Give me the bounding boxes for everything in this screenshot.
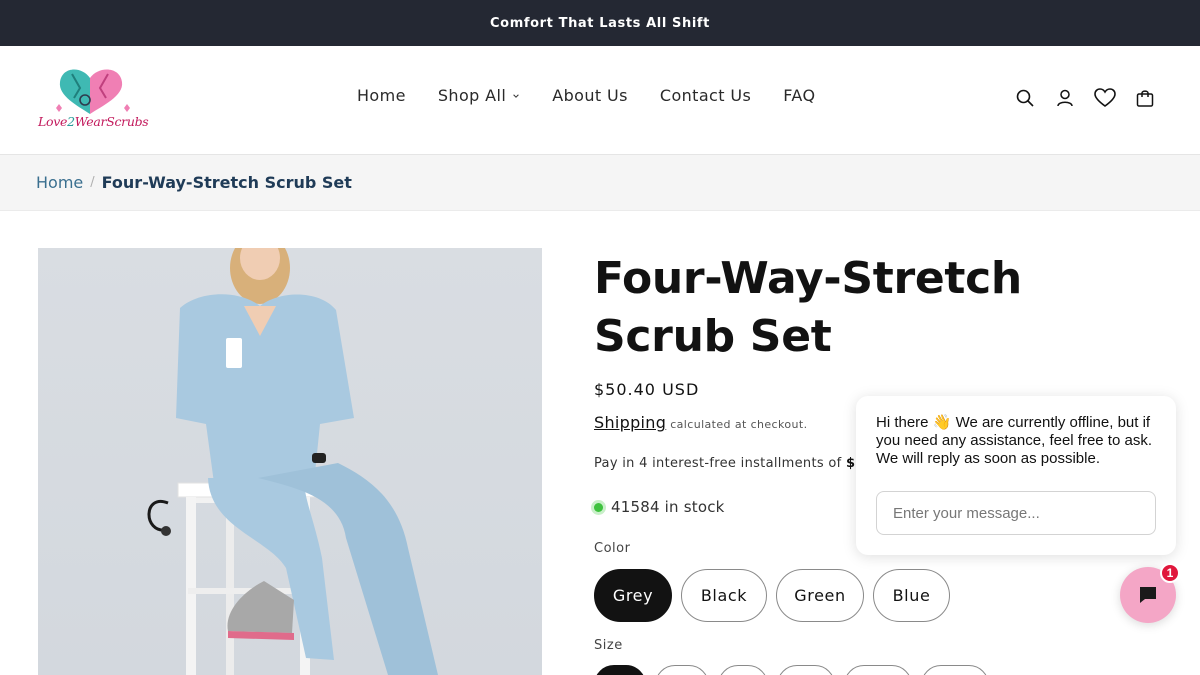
wishlist-icon[interactable] [1094,87,1116,109]
size-option[interactable] [655,665,709,675]
size-label: Size [594,638,623,653]
product-price: $50.40 USD [594,380,700,399]
logo-hearts-image [56,69,130,114]
nav-contact-us[interactable]: Contact Us [660,86,751,105]
chat-greeting: Hi there 👋 We are currently offline, but… [876,414,1152,467]
site-header: Love2WearScrubs Home Shop All About Us C… [0,46,1200,155]
size-option[interactable] [844,665,912,675]
breadcrumb-separator: / [90,175,95,190]
nav-shop-all[interactable]: Shop All [438,86,520,105]
color-options: Grey Black Green Blue [594,569,950,622]
breadcrumb: Home / Four-Way-Stretch Scrub Set [0,155,1200,211]
product-image[interactable] [38,248,542,675]
installments-info: Pay in 4 interest-free installments of $… [594,456,874,471]
nav-faq[interactable]: FAQ [783,86,815,105]
product-title: Four-Way-Stretch Scrub Set [594,253,1022,362]
color-option-grey[interactable]: Grey [594,569,672,622]
size-option[interactable] [921,665,989,675]
stock-text: 41584 in stock [611,498,725,516]
color-option-blue[interactable]: Blue [873,569,950,622]
chevron-down-icon [513,93,520,98]
shipping-link[interactable]: Shipping [594,413,666,432]
color-label: Color [594,541,631,556]
search-icon[interactable] [1014,87,1036,109]
shipping-note: calculated at checkout. [670,418,808,431]
product-photo [147,248,438,675]
shipping-info: Shipping calculated at checkout. [594,413,808,432]
chat-bubble-icon [1140,587,1156,603]
color-option-green[interactable]: Green [776,569,864,622]
chat-message-input[interactable] [876,491,1156,535]
announcement-text: Comfort That Lasts All Shift [490,15,710,31]
announcement-bar: Comfort That Lasts All Shift [0,0,1200,46]
size-option[interactable] [594,665,646,675]
in-stock-dot-icon [594,502,603,512]
stock-status: 41584 in stock [594,498,725,516]
account-icon[interactable] [1054,87,1076,109]
cart-icon[interactable] [1134,87,1156,109]
breadcrumb-current: Four-Way-Stretch Scrub Set [101,173,352,192]
waving-hand-icon: 👋 [932,414,952,431]
header-icons [1014,87,1156,109]
installments-text: Pay in 4 interest-free installments of [594,456,842,471]
size-options [594,665,989,675]
site-logo[interactable]: Love2WearScrubs [38,64,149,136]
logo-wordmark: Love2WearScrubs [38,114,149,129]
chat-unread-badge: 1 [1160,563,1180,583]
main-nav: Home Shop All About Us Contact Us FAQ [357,86,815,105]
nav-about-us[interactable]: About Us [552,86,628,105]
size-option[interactable] [718,665,768,675]
color-option-black[interactable]: Black [681,569,767,622]
chat-popup: Hi there 👋 We are currently offline, but… [856,396,1176,555]
nav-home[interactable]: Home [357,86,406,105]
size-option[interactable] [777,665,835,675]
breadcrumb-home-link[interactable]: Home [36,173,83,192]
